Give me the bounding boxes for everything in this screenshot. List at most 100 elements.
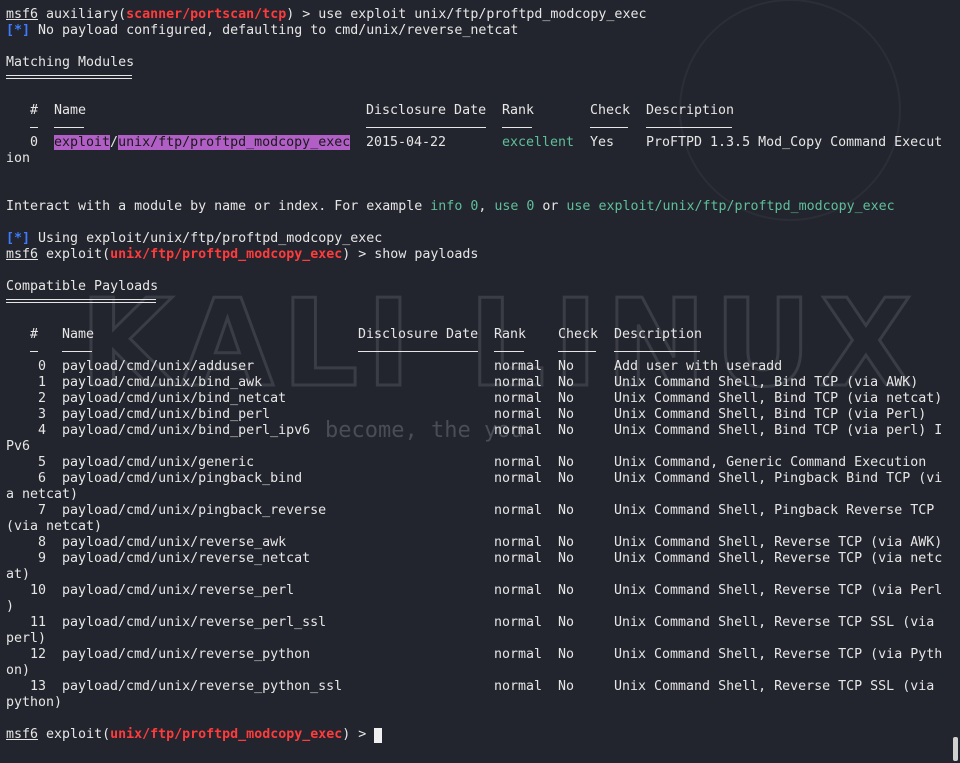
col-header-date: Disclosure Date	[366, 103, 487, 118]
payload-row-check: No	[558, 503, 575, 518]
payload-row-desc: Unix Command Shell, Reverse TCP (via Per…	[614, 583, 943, 598]
payload-row-num: 10	[30, 583, 47, 598]
payload-row-name[interactable]: payload/cmd/unix/bind_perl_ipv6	[62, 423, 310, 439]
payload-row-desc: Unix Command Shell, Reverse TCP (via net…	[614, 551, 943, 566]
module-path-highlight: unix/ftp/proftpd_modcopy_exec	[118, 135, 351, 150]
payload-row-name[interactable]: payload/cmd/unix/reverse_perl	[62, 583, 294, 599]
title-underline	[6, 75, 132, 76]
payload-row-desc: Unix Command, Generic Command Execution	[614, 455, 927, 470]
prompt-prefix: exploit(	[38, 247, 111, 262]
module-row-num: 0	[30, 135, 39, 150]
prompt-module: scanner/portscan/tcp	[126, 7, 287, 22]
info-line-1: [*] No payload configured, defaulting to…	[6, 23, 518, 39]
payload-row-rank: normal	[494, 535, 543, 550]
payload-row-check: No	[558, 615, 575, 630]
payload-row-name[interactable]: payload/cmd/unix/reverse_perl_ssl	[62, 615, 326, 631]
payload-row-desc: Unix Command Shell, Reverse TCP SSL (via	[614, 679, 935, 694]
payload-row-check: No	[558, 679, 575, 694]
payload-row-desc: Unix Command Shell, Bind TCP (via Perl)	[614, 407, 927, 422]
header-underline	[54, 127, 84, 128]
module-path-separator: /	[110, 135, 119, 150]
module-row-rank: excellent	[502, 135, 575, 150]
info-text: No payload configured, defaulting to cmd…	[30, 23, 519, 38]
hint-example-use-path: use exploit/unix/ftp/proftpd_modcopy_exe…	[566, 199, 895, 214]
col-header-check: Check	[590, 103, 631, 118]
header-underline	[558, 351, 596, 352]
payload-row-rank: normal	[494, 471, 543, 486]
payload-row-num: 0	[37, 359, 46, 374]
payload-row-name[interactable]: payload/cmd/unix/reverse_python	[62, 647, 310, 663]
payload-row-name[interactable]: payload/cmd/unix/reverse_awk	[62, 535, 286, 551]
module-row-date: 2015-04-22	[366, 135, 447, 150]
payload-row-check: No	[558, 535, 575, 550]
hint-text: or	[534, 199, 567, 214]
payload-row-check: No	[558, 583, 575, 598]
info-line-2: [*] Using exploit/unix/ftp/proftpd_modco…	[6, 231, 382, 247]
payload-row-desc-wrap: python)	[6, 695, 63, 710]
hint-example-use: use 0	[494, 199, 535, 214]
payload-row-num: 6	[37, 471, 46, 486]
payload-row-desc-wrap: at)	[6, 567, 31, 582]
payload-row-rank: normal	[494, 359, 543, 374]
payload-row-desc: Unix Command Shell, Reverse TCP (via Pyt…	[614, 647, 943, 662]
payload-row-desc: Unix Command Shell, Bind TCP (via netcat…	[614, 391, 943, 406]
payload-row-check: No	[558, 455, 575, 470]
scrollbar-thumb[interactable]	[953, 737, 958, 761]
prompt-suffix: ) >	[342, 247, 375, 262]
prompt-line-3[interactable]: msf6 exploit(unix/ftp/proftpd_modcopy_ex…	[6, 727, 374, 743]
payload-row-name[interactable]: payload/cmd/unix/pingback_bind	[62, 471, 302, 487]
payload-row-num: 1	[37, 375, 46, 390]
payload-row-desc-wrap: (via netcat)	[6, 519, 103, 534]
prompt-user: msf6	[6, 7, 39, 22]
payload-row-check: No	[558, 551, 575, 566]
payload-row-check: No	[558, 359, 575, 374]
col-header-rank: Rank	[502, 103, 535, 118]
interact-hint-line: Interact with a module by name or index.…	[6, 199, 895, 215]
payload-row-desc-wrap: on)	[6, 663, 31, 678]
payload-row-num: 5	[37, 455, 46, 470]
header-underline	[614, 351, 700, 352]
payload-row-rank: normal	[494, 407, 543, 422]
payload-row-desc-wrap: perl)	[6, 631, 47, 646]
payload-row-name[interactable]: payload/cmd/unix/pingback_reverse	[62, 503, 326, 519]
payload-row-desc-wrap: )	[6, 599, 15, 614]
payload-header-num: #	[30, 327, 39, 342]
payload-header-name: Name	[62, 327, 95, 342]
payload-row-desc: Unix Command Shell, Pingback Bind TCP (v…	[614, 471, 943, 486]
module-row-check: Yes	[590, 135, 615, 150]
payload-row-num: 4	[37, 423, 46, 438]
payload-row-desc: Unix Command Shell, Reverse TCP (via AWK…	[614, 535, 943, 550]
terminal-window[interactable]: KALI LINUX become, the you msf6 auxiliar…	[0, 0, 960, 763]
payload-header-check: Check	[558, 327, 599, 342]
payload-row-name[interactable]: payload/cmd/unix/adduser	[62, 359, 254, 375]
header-underline	[30, 127, 38, 128]
module-row-name[interactable]: exploit/unix/ftp/proftpd_modcopy_exec	[54, 135, 351, 151]
payload-row-rank: normal	[494, 679, 543, 694]
hint-text: Interact with a module by name or index.…	[6, 199, 431, 214]
payload-row-num: 12	[30, 647, 47, 662]
payload-row-name[interactable]: payload/cmd/unix/reverse_python_ssl	[62, 679, 342, 695]
payload-row-rank: normal	[494, 423, 543, 438]
payload-row-rank: normal	[494, 455, 543, 470]
payload-row-num: 13	[30, 679, 47, 694]
payload-row-desc: Unix Command Shell, Bind TCP (via AWK)	[614, 375, 919, 390]
payload-row-rank: normal	[494, 583, 543, 598]
payload-row-name[interactable]: payload/cmd/unix/generic	[62, 455, 254, 471]
hint-text: ,	[478, 199, 495, 214]
title-underline	[6, 78, 132, 79]
payload-row-rank: normal	[494, 615, 543, 630]
module-type-highlight: exploit	[54, 135, 111, 150]
payload-row-check: No	[558, 471, 575, 486]
payload-row-name[interactable]: payload/cmd/unix/reverse_netcat	[62, 551, 310, 567]
header-underline	[646, 127, 732, 128]
payload-header-desc: Description	[614, 327, 703, 342]
payload-row-name[interactable]: payload/cmd/unix/bind_awk	[62, 375, 262, 391]
payload-row-name[interactable]: payload/cmd/unix/bind_perl	[62, 407, 270, 423]
prompt-suffix: ) >	[286, 7, 319, 22]
prompt-prefix: exploit(	[38, 727, 111, 742]
payload-row-name[interactable]: payload/cmd/unix/bind_netcat	[62, 391, 286, 407]
payload-row-rank: normal	[494, 551, 543, 566]
payload-row-desc: Unix Command Shell, Bind TCP (via perl) …	[614, 423, 943, 438]
module-row-desc-wrap: ion	[6, 151, 31, 166]
payload-row-num: 2	[37, 391, 46, 406]
